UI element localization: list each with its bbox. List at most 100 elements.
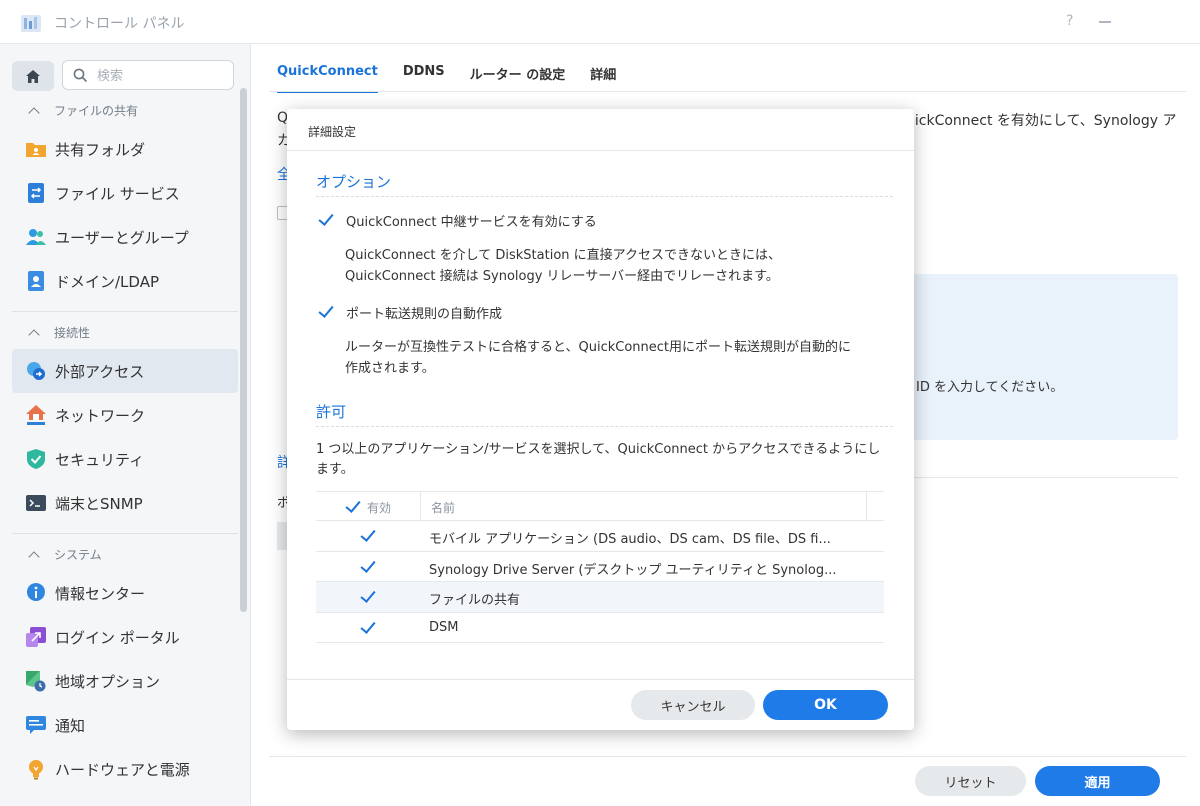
section-label: 接続性 bbox=[54, 326, 91, 340]
lightbulb-icon bbox=[29, 760, 43, 780]
chevron-up-icon bbox=[28, 550, 40, 563]
options-header: オプション bbox=[316, 173, 392, 191]
sidebar-item-file-services[interactable]: ファイル サービス bbox=[12, 171, 238, 215]
port-forwarding-checkbox[interactable]: ポート転送規則の自動作成 bbox=[316, 302, 502, 322]
table-row[interactable]: Synology Drive Server (デスクトップ ユーティリティと S… bbox=[316, 552, 884, 582]
external-access-icon bbox=[27, 362, 45, 380]
permission-header: 許可 bbox=[316, 403, 347, 421]
checkmark-icon[interactable] bbox=[316, 210, 336, 230]
table-row[interactable]: ファイルの共有 bbox=[316, 582, 884, 613]
column-separator[interactable] bbox=[420, 492, 421, 521]
row-name: DSM bbox=[429, 619, 459, 635]
sidebar-item-label: 地域オプション bbox=[55, 672, 161, 691]
notification-icon bbox=[26, 716, 46, 734]
tab-ddns[interactable]: DDNS bbox=[403, 64, 445, 93]
description-line: QuickConnect を介して DiskStation に直接アクセスできな… bbox=[345, 248, 782, 263]
section-header-file-sharing[interactable]: ファイルの共有 bbox=[28, 102, 138, 119]
sidebar-item-external-access[interactable]: 外部アクセス bbox=[12, 349, 238, 393]
title-bar: コントロール パネル ? bbox=[0, 0, 1200, 44]
footer-divider bbox=[269, 756, 1186, 757]
minimize-icon[interactable] bbox=[1099, 21, 1111, 23]
domain-ldap-icon bbox=[28, 271, 44, 291]
chevron-up-icon bbox=[28, 106, 40, 119]
sidebar-item-domain-ldap[interactable]: ドメイン/LDAP bbox=[12, 259, 238, 303]
apply-button[interactable]: 適用 bbox=[1035, 766, 1160, 796]
shared-folder-icon bbox=[26, 143, 46, 157]
description-line: QuickConnect 接続は Synology リレーサーバー経由でリレーさ… bbox=[345, 269, 779, 284]
cancel-button[interactable]: キャンセル bbox=[631, 690, 755, 720]
search-icon bbox=[73, 68, 88, 83]
section-divider bbox=[316, 196, 893, 197]
dialog-footer-divider bbox=[287, 679, 914, 680]
window-title: コントロール パネル bbox=[54, 16, 185, 32]
sidebar-item-label: ドメイン/LDAP bbox=[55, 272, 160, 291]
description-text-fragment: uickConnect を有効にして、Synology ア bbox=[906, 113, 1177, 129]
column-separator[interactable] bbox=[866, 492, 867, 521]
tab-advanced[interactable]: 詳細 bbox=[590, 64, 616, 93]
sidebar-item-hardware-power[interactable]: ハードウェアと電源 bbox=[12, 747, 238, 791]
sidebar-item-label: ログイン ポータル bbox=[55, 628, 180, 647]
control-panel-icon bbox=[21, 15, 41, 32]
row-checkbox[interactable] bbox=[358, 587, 378, 607]
table-row[interactable]: モバイル アプリケーション (DS audio、DS cam、DS file、D… bbox=[316, 521, 884, 552]
section-divider bbox=[12, 311, 238, 312]
sidebar-item-login-portal[interactable]: ログイン ポータル bbox=[12, 615, 238, 659]
sidebar: ファイルの共有 共有フォルダ ファイル サービス ユーザーとグループ ドメイン/… bbox=[0, 44, 251, 806]
network-icon bbox=[26, 405, 46, 425]
relay-service-checkbox[interactable]: QuickConnect 中継サービスを有効にする bbox=[316, 210, 597, 230]
relay-service-description: QuickConnect を介して DiskStation に直接アクセスできな… bbox=[345, 245, 781, 287]
row-checkbox[interactable] bbox=[358, 618, 378, 638]
column-header-enabled[interactable]: 有効 bbox=[367, 499, 391, 516]
checkmark-icon[interactable] bbox=[316, 302, 336, 322]
permission-table: 有効 名前 モバイル アプリケーション (DS audio、DS cam、DS … bbox=[316, 491, 884, 643]
section-label: システム bbox=[54, 548, 102, 562]
select-all-checkbox[interactable] bbox=[343, 497, 363, 517]
info-icon bbox=[26, 583, 45, 603]
tab-router-settings[interactable]: ルーター の設定 bbox=[470, 64, 566, 93]
row-checkbox[interactable] bbox=[358, 557, 378, 577]
sidebar-item-users-groups[interactable]: ユーザーとグループ bbox=[12, 215, 238, 259]
tab-quickconnect[interactable]: QuickConnect bbox=[277, 64, 378, 93]
description-line: 作成されます。 bbox=[345, 361, 435, 376]
sidebar-item-notification[interactable]: 通知 bbox=[12, 703, 238, 747]
sidebar-item-label: 通知 bbox=[55, 716, 86, 735]
row-name: モバイル アプリケーション (DS audio、DS cam、DS file、D… bbox=[429, 532, 831, 547]
dialog-title: 詳細設定 bbox=[308, 125, 357, 139]
ok-button[interactable]: OK bbox=[763, 690, 888, 720]
tab-bar: QuickConnect DDNS ルーター の設定 詳細 bbox=[277, 64, 616, 93]
section-header-connectivity[interactable]: 接続性 bbox=[28, 324, 90, 341]
row-name: ファイルの共有 bbox=[429, 593, 521, 608]
advanced-settings-dialog: 詳細設定 オプション QuickConnect 中継サービスを有効にする Qui… bbox=[287, 109, 914, 730]
info-text-fragment: ID を入力してください。 bbox=[916, 380, 1064, 395]
sidebar-item-label: ファイル サービス bbox=[55, 184, 180, 203]
row-name: Synology Drive Server (デスクトップ ユーティリティと S… bbox=[429, 562, 837, 578]
sidebar-item-regional-options[interactable]: 地域オプション bbox=[12, 659, 238, 703]
sidebar-item-label: ネットワーク bbox=[55, 406, 146, 425]
table-header: 有効 名前 bbox=[316, 491, 884, 521]
section-divider bbox=[12, 533, 238, 534]
sidebar-item-shared-folder[interactable]: 共有フォルダ bbox=[12, 127, 238, 171]
sidebar-item-security[interactable]: セキュリティ bbox=[12, 437, 238, 481]
help-icon[interactable]: ? bbox=[1066, 13, 1073, 29]
description-line: ルーターが互換性テストに合格すると、QuickConnect用にポート転送規則が… bbox=[345, 340, 851, 355]
sidebar-item-label: 端末とSNMP bbox=[55, 494, 143, 513]
row-checkbox[interactable] bbox=[358, 526, 378, 546]
table-row[interactable]: DSM bbox=[316, 613, 884, 643]
sidebar-item-label: ユーザーとグループ bbox=[55, 228, 189, 247]
search-field[interactable] bbox=[62, 60, 234, 90]
regional-options-icon bbox=[26, 671, 46, 692]
sidebar-item-label: 情報センター bbox=[55, 584, 146, 603]
home-button[interactable] bbox=[12, 61, 54, 91]
sidebar-item-label: セキュリティ bbox=[55, 450, 145, 469]
sidebar-item-info-center[interactable]: 情報センター bbox=[12, 571, 238, 615]
reset-button[interactable]: リセット bbox=[915, 766, 1026, 796]
permission-description: 1 つ以上のアプリケーション/サービスを選択して、QuickConnect から… bbox=[316, 442, 881, 477]
users-groups-icon bbox=[26, 229, 46, 245]
sidebar-item-terminal-snmp[interactable]: 端末とSNMP bbox=[12, 481, 238, 525]
column-header-name[interactable]: 名前 bbox=[431, 499, 455, 516]
sidebar-item-network[interactable]: ネットワーク bbox=[12, 393, 238, 437]
sidebar-item-label: 外部アクセス bbox=[55, 362, 145, 381]
search-input[interactable] bbox=[97, 67, 227, 85]
section-header-system[interactable]: システム bbox=[28, 546, 102, 563]
sidebar-scrollbar[interactable] bbox=[240, 88, 247, 612]
